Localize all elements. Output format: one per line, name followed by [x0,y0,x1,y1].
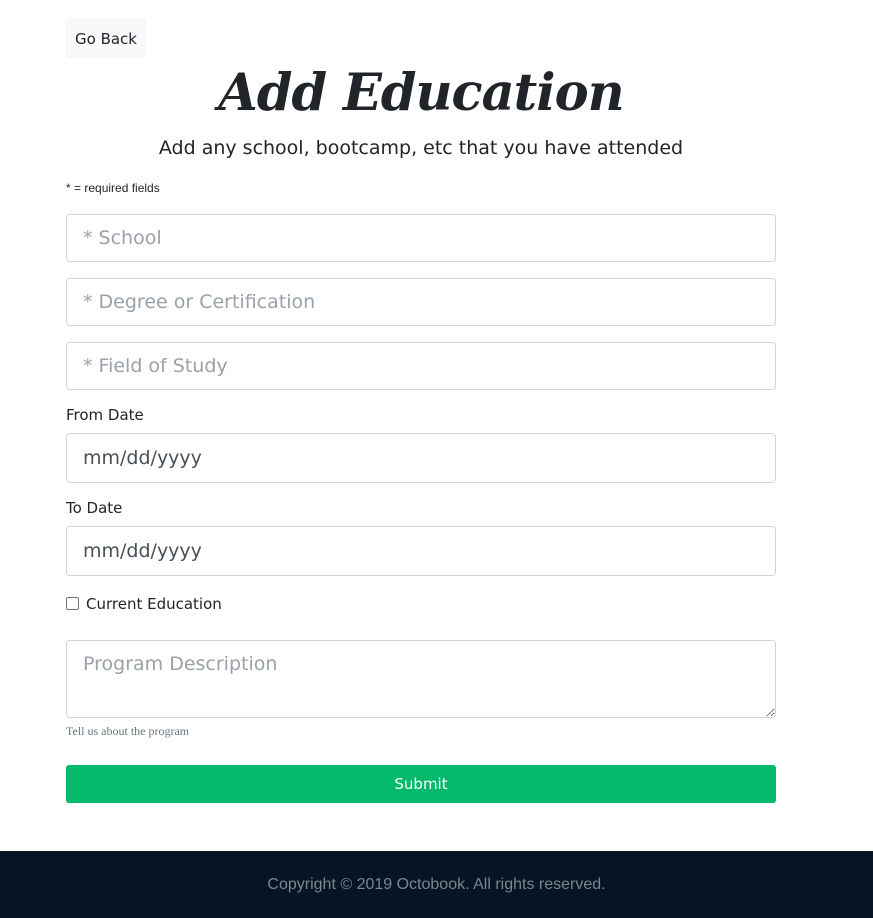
from-date-label: From Date [66,406,144,424]
current-education-row: Current Education [66,595,222,613]
school-input[interactable] [66,214,776,262]
submit-button[interactable]: Submit [66,765,776,803]
to-date-input[interactable]: mm/dd/yyyy [66,526,776,576]
to-date-label: To Date [66,499,123,517]
page-lead: Add any school, bootcamp, etc that you h… [158,137,684,159]
page-title: Add Education [218,63,624,123]
current-education-label[interactable]: Current Education [86,595,222,613]
program-description-help: Tell us about the program [66,724,190,738]
from-date-input[interactable]: mm/dd/yyyy [66,433,776,483]
required-fields-note: * = required fields [66,181,160,195]
footer: Copyright © 2019 Octobook. All rights re… [0,851,873,918]
field-of-study-input[interactable] [66,342,776,390]
current-education-checkbox[interactable] [66,596,79,610]
go-back-button[interactable]: Go Back [66,19,146,58]
program-description-textarea[interactable] [66,640,776,718]
footer-copyright: Copyright © 2019 Octobook. All rights re… [267,875,606,893]
degree-input[interactable] [66,278,776,326]
